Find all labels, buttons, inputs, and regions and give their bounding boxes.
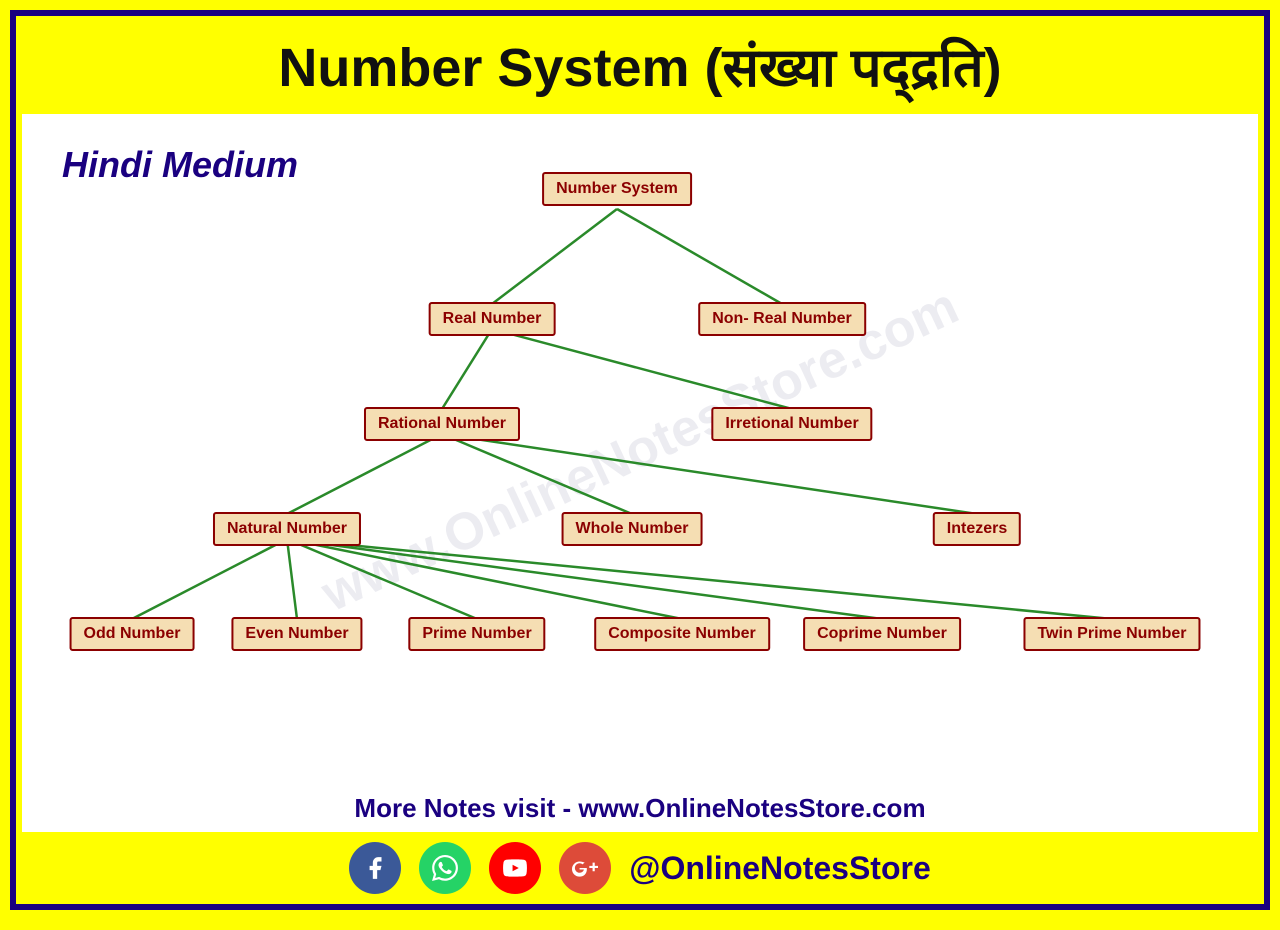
node-odd-number: Odd Number	[70, 617, 195, 651]
node-real-number: Real Number	[429, 302, 556, 336]
node-twin-prime-number: Twin Prime Number	[1023, 617, 1200, 651]
footer: More Notes visit - www.OnlineNotesStore.…	[22, 785, 1258, 832]
node-coprime-number: Coprime Number	[803, 617, 961, 651]
node-irrational-number: Irretional Number	[711, 407, 872, 441]
header: Number System (संख्या पद्द्रति)	[16, 16, 1264, 114]
tree-lines	[22, 114, 1258, 785]
facebook-icon[interactable]	[349, 842, 401, 894]
node-natural-number: Natural Number	[213, 512, 361, 546]
node-even-number: Even Number	[231, 617, 362, 651]
googleplus-icon[interactable]	[559, 842, 611, 894]
page-title: Number System (संख्या पद्द्रति)	[36, 28, 1244, 102]
outer-border: Number System (संख्या पद्द्रति) Hindi Me…	[10, 10, 1270, 910]
node-number-system: Number System	[542, 172, 692, 206]
social-handle: @OnlineNotesStore	[629, 850, 930, 887]
node-prime-number: Prime Number	[408, 617, 545, 651]
whatsapp-icon[interactable]	[419, 842, 471, 894]
youtube-icon[interactable]	[489, 842, 541, 894]
node-rational-number: Rational Number	[364, 407, 520, 441]
social-bar: @OnlineNotesStore	[16, 832, 1264, 904]
footer-text: More Notes visit - www.OnlineNotesStore.…	[42, 793, 1238, 824]
node-integers: Intezers	[933, 512, 1021, 546]
node-non-real-number: Non- Real Number	[698, 302, 866, 336]
node-whole-number: Whole Number	[562, 512, 703, 546]
main-content: Hindi Medium www.OnlineNotesStore.com	[22, 114, 1258, 785]
node-composite-number: Composite Number	[594, 617, 770, 651]
